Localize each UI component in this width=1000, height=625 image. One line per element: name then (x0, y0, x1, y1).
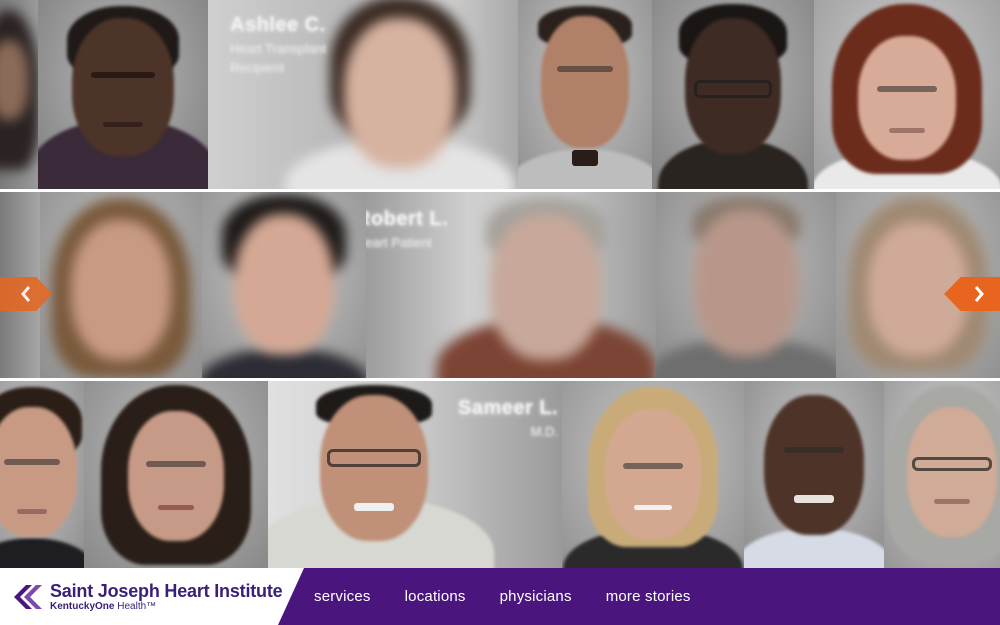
caption-name: Ashlee C. (230, 14, 326, 36)
featured-caption: Sameer L. M.D. (458, 397, 558, 439)
site-footer: Saint Joseph Heart Institute KentuckyOne… (0, 568, 1000, 625)
portrait-tile[interactable] (202, 192, 366, 378)
caption-line: M.D. (530, 424, 559, 439)
portrait-row-3: Sameer L. M.D. (0, 381, 1000, 568)
portrait-tile[interactable] (0, 0, 38, 189)
caption-line: Recipient (230, 60, 285, 75)
portrait-tile[interactable] (38, 0, 208, 189)
brand-sub-name: KentuckyOne (50, 601, 115, 612)
portrait-tile-featured[interactable]: Sameer L. M.D. (268, 381, 562, 568)
brand-subtitle: KentuckyOne Health™ (50, 601, 282, 613)
nav-locations-link[interactable]: locations (405, 588, 466, 605)
portrait-row-2: Robert L. Heart Patient (0, 192, 1000, 378)
caption-name: Sameer L. (458, 397, 559, 419)
caption-name: Robert L. (366, 208, 449, 230)
caption-line: Heart Patient (366, 235, 432, 250)
portrait-tile[interactable] (884, 381, 1000, 568)
nav-more-stories-link[interactable]: more stories (606, 588, 691, 605)
portrait-tile[interactable] (40, 192, 202, 378)
featured-caption: Ashlee C. Heart Transplant Recipient (230, 14, 326, 75)
chevron-left-icon (19, 285, 33, 303)
nav-services-link[interactable]: services (314, 588, 371, 605)
caption-line: Heart Transplant (230, 41, 327, 56)
portrait-tile[interactable] (652, 0, 814, 189)
portrait-tile[interactable] (0, 381, 84, 568)
portrait-tile[interactable] (814, 0, 1000, 189)
story-wall: Ashlee C. Heart Transplant Recipient obe… (0, 0, 1000, 625)
portrait-tile[interactable] (84, 381, 268, 568)
featured-caption: Robert L. Heart Patient (366, 208, 448, 250)
brand-title: Saint Joseph Heart Institute (50, 581, 283, 601)
brand-mark-icon (12, 582, 42, 612)
portrait-tile[interactable] (744, 381, 884, 568)
main-nav: services locations physicians more stori… (278, 568, 1000, 625)
brand-sub-suffix: Health™ (117, 601, 157, 612)
portrait-row-1: Ashlee C. Heart Transplant Recipient (0, 0, 1000, 189)
brand-logo[interactable]: Saint Joseph Heart Institute KentuckyOne… (12, 581, 283, 613)
portrait-tile-featured[interactable]: Ashlee C. Heart Transplant Recipient (208, 0, 518, 189)
portrait-tile[interactable] (656, 192, 836, 378)
portrait-tile-featured[interactable]: Robert L. Heart Patient (366, 192, 656, 378)
nav-physicians-link[interactable]: physicians (500, 588, 572, 605)
portrait-tile[interactable] (518, 0, 652, 189)
chevron-right-icon (972, 285, 986, 303)
portrait-tile[interactable] (562, 381, 744, 568)
